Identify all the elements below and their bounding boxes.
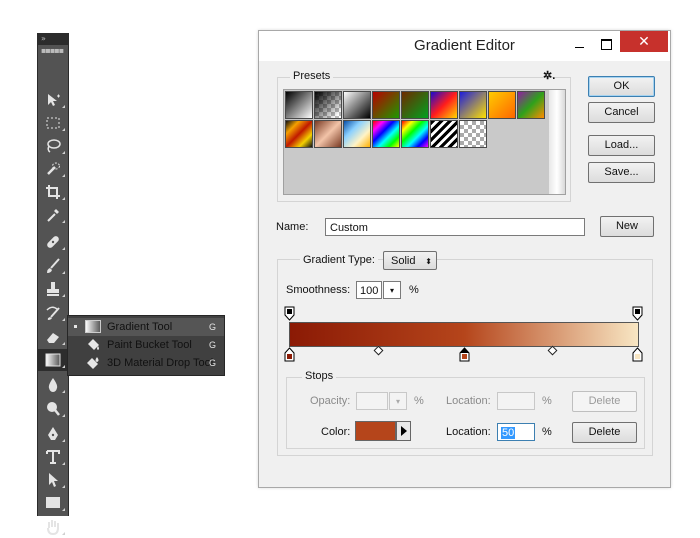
tools-panel-grip[interactable]: » ▪▪▪▪▪ <box>38 33 68 55</box>
preset-swatch[interactable] <box>517 91 545 119</box>
gradient-tool-icon[interactable] <box>38 349 68 371</box>
brush-icon[interactable] <box>38 255 68 277</box>
close-button[interactable]: ✕ <box>620 31 668 52</box>
preset-swatch[interactable] <box>372 91 400 119</box>
color-location-unit: % <box>542 426 552 438</box>
type-icon[interactable] <box>38 446 68 468</box>
ok-button[interactable]: OK <box>588 76 655 97</box>
preset-swatch[interactable] <box>459 120 487 148</box>
opacity-dropdown-arrow[interactable]: ▾ <box>389 392 407 410</box>
color-menu-arrow[interactable] <box>396 421 411 441</box>
color-stop-left[interactable] <box>284 347 295 362</box>
opacity-stop-right[interactable] <box>632 306 643 321</box>
color-stop-middle-selected[interactable] <box>459 347 470 362</box>
selected-indicator <box>74 325 77 328</box>
preset-swatch[interactable] <box>430 120 458 148</box>
quick-selection-icon[interactable] <box>38 158 68 180</box>
color-delete-button[interactable]: Delete <box>572 422 637 443</box>
rectangle-shape-icon[interactable] <box>38 492 68 514</box>
preset-swatch[interactable] <box>285 91 313 119</box>
opacity-unit: % <box>414 395 424 407</box>
opacity-location-unit: % <box>542 395 552 407</box>
preset-swatch[interactable] <box>285 120 313 148</box>
name-input[interactable]: Custom <box>325 218 585 236</box>
save-button[interactable]: Save... <box>588 162 655 183</box>
gradient-type-value: Solid <box>391 255 416 267</box>
smoothness-unit: % <box>409 284 419 296</box>
flyout-item-shortcut: G <box>209 322 217 332</box>
play-arrow-icon <box>401 426 407 436</box>
preset-swatch[interactable] <box>488 91 516 119</box>
3d-material-drop-icon <box>85 356 101 370</box>
flyout-item-label: Gradient Tool <box>107 321 173 333</box>
color-label: Color: <box>321 426 351 438</box>
preset-swatch[interactable] <box>372 120 400 148</box>
preset-swatch[interactable] <box>343 120 371 148</box>
new-button[interactable]: New <box>600 216 654 237</box>
opacity-location-label: Location: <box>446 395 491 407</box>
flyout-item-3d-material-drop-tool[interactable]: 3D Material Drop Tool G <box>68 354 224 372</box>
maximize-button[interactable] <box>594 37 620 55</box>
smoothness-label: Smoothness: <box>286 284 351 296</box>
clone-stamp-icon[interactable] <box>38 278 68 300</box>
opacity-stop-left[interactable] <box>284 306 295 321</box>
path-selection-icon[interactable] <box>38 469 68 491</box>
preset-swatch[interactable] <box>459 91 487 119</box>
gradient-tool-flyout-menu: Gradient Tool G Paint Bucket Tool G 3D M… <box>67 315 225 376</box>
flyout-item-label: 3D Material Drop Tool <box>107 357 214 369</box>
preset-swatch[interactable] <box>430 91 458 119</box>
color-stop-right[interactable] <box>632 347 643 362</box>
stops-label: Stops <box>302 370 337 382</box>
opacity-label: Opacity: <box>310 395 351 407</box>
minimize-button[interactable] <box>566 37 592 55</box>
opacity-input[interactable] <box>356 392 388 410</box>
opacity-delete-button[interactable]: Delete <box>572 391 637 412</box>
opacity-location-input[interactable] <box>497 392 535 410</box>
flyout-item-label: Paint Bucket Tool <box>107 339 192 351</box>
tools-panel: » ▪▪▪▪▪ <box>37 33 69 535</box>
paint-bucket-icon <box>85 338 101 352</box>
lasso-icon[interactable] <box>38 135 68 157</box>
gradient-icon <box>85 320 101 334</box>
preset-swatch[interactable] <box>314 120 342 148</box>
gradient-preview-bar[interactable] <box>289 322 639 347</box>
flyout-item-shortcut: G <box>209 340 217 350</box>
flyout-item-paint-bucket-tool[interactable]: Paint Bucket Tool G <box>68 336 224 354</box>
dodge-icon[interactable] <box>38 398 68 420</box>
presets-label: Presets <box>290 70 334 82</box>
preset-swatch[interactable] <box>401 91 429 119</box>
preset-swatch[interactable] <box>343 91 371 119</box>
rectangular-marquee-icon[interactable] <box>38 112 68 134</box>
smoothness-input[interactable]: 100 <box>356 281 382 299</box>
updown-arrows-icon: ⬍ <box>425 257 432 266</box>
gradient-type-label: Gradient Type: <box>300 254 378 266</box>
color-location-input[interactable]: 50 <box>497 423 535 441</box>
history-brush-icon[interactable] <box>38 302 68 324</box>
color-location-value: 50 <box>501 427 516 439</box>
move-tool-icon[interactable] <box>38 89 68 111</box>
pen-icon[interactable] <box>38 423 68 445</box>
healing-brush-icon[interactable] <box>38 231 68 253</box>
stop-color-swatch[interactable] <box>355 421 396 441</box>
flyout-item-shortcut: G <box>209 358 217 368</box>
color-location-label: Location: <box>446 426 491 438</box>
gradient-type-select[interactable]: Solid ⬍ <box>383 251 437 270</box>
preset-swatch[interactable] <box>401 120 429 148</box>
presets-scrollbar[interactable] <box>549 90 565 194</box>
load-button[interactable]: Load... <box>588 135 655 156</box>
name-label: Name: <box>276 221 309 233</box>
smoothness-dropdown-arrow[interactable]: ▾ <box>383 281 401 299</box>
hand-icon[interactable] <box>38 516 68 538</box>
flyout-item-gradient-tool[interactable]: Gradient Tool G <box>68 318 224 336</box>
blur-drop-icon[interactable] <box>38 374 68 396</box>
eyedropper-icon[interactable] <box>38 204 68 226</box>
preset-swatch[interactable] <box>314 91 342 119</box>
dialog-titlebar[interactable]: Gradient Editor ✕ <box>259 31 670 61</box>
crop-icon[interactable] <box>38 181 68 203</box>
presets-gear-icon[interactable]: ✲. <box>543 69 555 82</box>
cancel-button[interactable]: Cancel <box>588 102 655 123</box>
eraser-icon[interactable] <box>38 326 68 348</box>
